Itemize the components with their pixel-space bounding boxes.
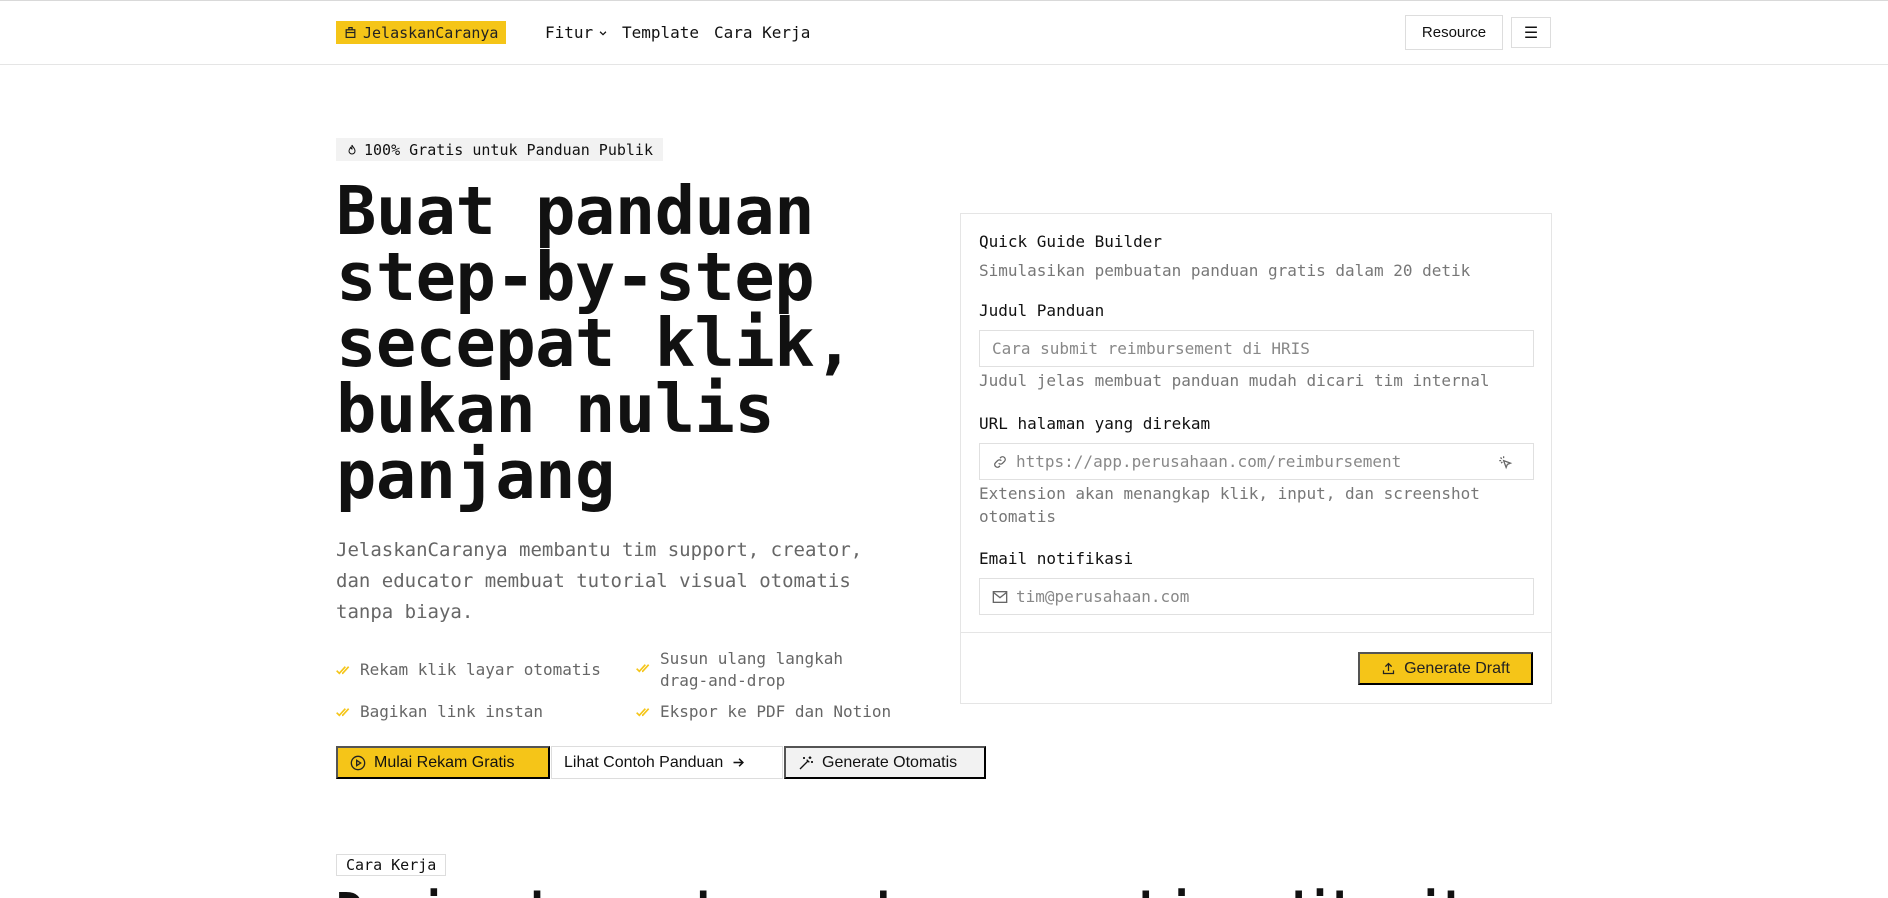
how-it-works-tag: Cara Kerja (336, 854, 447, 876)
nav-link-cara-kerja-label: Cara Kerja (714, 23, 811, 42)
brand-logo[interactable]: JelaskanCaranya (336, 21, 507, 44)
resource-button[interactable]: Resource (1405, 15, 1503, 50)
guide-title-label: Judul Panduan (979, 301, 1105, 320)
link-icon (994, 455, 1006, 468)
quick-guide-builder-card: Quick Guide Builder Simulasikan pembuata… (960, 213, 1552, 704)
how-it-works-title: Dari rekaman ke panduan yang bisa dibagi… (336, 884, 1552, 898)
double-check-icon (336, 666, 350, 675)
generate-auto-label: Generate Otomatis (822, 753, 958, 771)
email-placeholder: tim@perusahaan.com (1016, 587, 1190, 606)
brand-name: JelaskanCaranya (363, 23, 499, 42)
start-recording-button[interactable]: Mulai Rekam Gratis (336, 746, 550, 779)
url-placeholder: https://app.perusahaan.com/reimbursement (1016, 452, 1402, 471)
upload-icon (1382, 662, 1395, 675)
play-circle-icon (350, 755, 366, 770)
flame-icon (348, 144, 356, 154)
toolbox-icon (345, 27, 356, 38)
nav-link-template[interactable]: Template (622, 23, 699, 42)
magic-wand-icon (799, 755, 813, 769)
start-recording-label: Mulai Rekam Gratis (374, 753, 515, 771)
hero-subtitle: JelaskanCaranya membantu tim support, cr… (336, 539, 863, 623)
email-label: Email notifikasi (979, 549, 1134, 568)
card-divider (961, 632, 1551, 633)
free-badge: 100% Gratis untuk Panduan Publik (336, 138, 663, 161)
builder-description: Simulasikan pembuatan panduan gratis dal… (979, 261, 1471, 280)
generate-draft-button[interactable]: Generate Draft (1358, 652, 1533, 685)
feature-item-text: Bagikan link instan (360, 702, 544, 721)
mail-icon (992, 590, 1008, 603)
free-badge-text: 100% Gratis untuk Panduan Publik (364, 140, 653, 159)
url-input[interactable]: https://app.perusahaan.com/reimbursement (979, 443, 1534, 480)
chevron-down-icon (599, 30, 607, 36)
nav-link-cara-kerja[interactable]: Cara Kerja (714, 23, 810, 42)
feature-item-text: Rekam klik layar otomatis (360, 660, 601, 679)
guide-title-placeholder: Cara submit reimbursement di HRIS (992, 339, 1310, 358)
email-input[interactable]: tim@perusahaan.com (979, 578, 1534, 615)
top-navbar: JelaskanCaranya Fitur Template Cara Kerj… (0, 1, 1888, 65)
double-check-icon (336, 708, 350, 717)
nav-link-template-label: Template (622, 23, 700, 42)
guide-title-input[interactable]: Cara submit reimbursement di HRIS (979, 330, 1534, 367)
generate-draft-label: Generate Draft (1404, 659, 1510, 677)
hamburger-menu-icon[interactable]: ☰ (1511, 17, 1551, 48)
nav-link-fitur-label: Fitur (545, 23, 594, 42)
feature-item-share: Bagikan link instan (336, 701, 626, 723)
view-example-button[interactable]: Lihat Contoh Panduan (551, 746, 783, 779)
how-it-works-title-text: Dari rekaman ke panduan yang bisa dibagi… (336, 884, 1552, 898)
feature-item-reorder: Susun ulang langkah drag-and-drop (636, 648, 896, 692)
generate-auto-button[interactable]: Generate Otomatis (784, 746, 986, 779)
url-label: URL halaman yang direkam (979, 414, 1211, 433)
feature-item-text: Susun ulang langkah drag-and-drop (660, 649, 844, 690)
arrow-right-icon (733, 758, 745, 767)
guide-title-hint: Judul jelas membuat panduan mudah dicari… (979, 371, 1490, 390)
url-hint: Extension akan menangkap klik, input, da… (979, 484, 1480, 526)
builder-title: Quick Guide Builder (979, 232, 1163, 251)
feature-item-text: Ekspor ke PDF dan Notion (660, 702, 892, 721)
double-check-icon (636, 664, 650, 673)
double-check-icon (636, 708, 650, 717)
feature-item-record: Rekam klik layar otomatis (336, 659, 626, 681)
hero-headline: Buat panduan step-by-step secepat klik, … (336, 172, 854, 514)
nav-link-fitur[interactable]: Fitur (545, 23, 608, 42)
feature-item-export: Ekspor ke PDF dan Notion (636, 701, 896, 723)
cursor-click-icon[interactable] (1498, 455, 1513, 470)
view-example-label: Lihat Contoh Panduan (564, 753, 724, 771)
